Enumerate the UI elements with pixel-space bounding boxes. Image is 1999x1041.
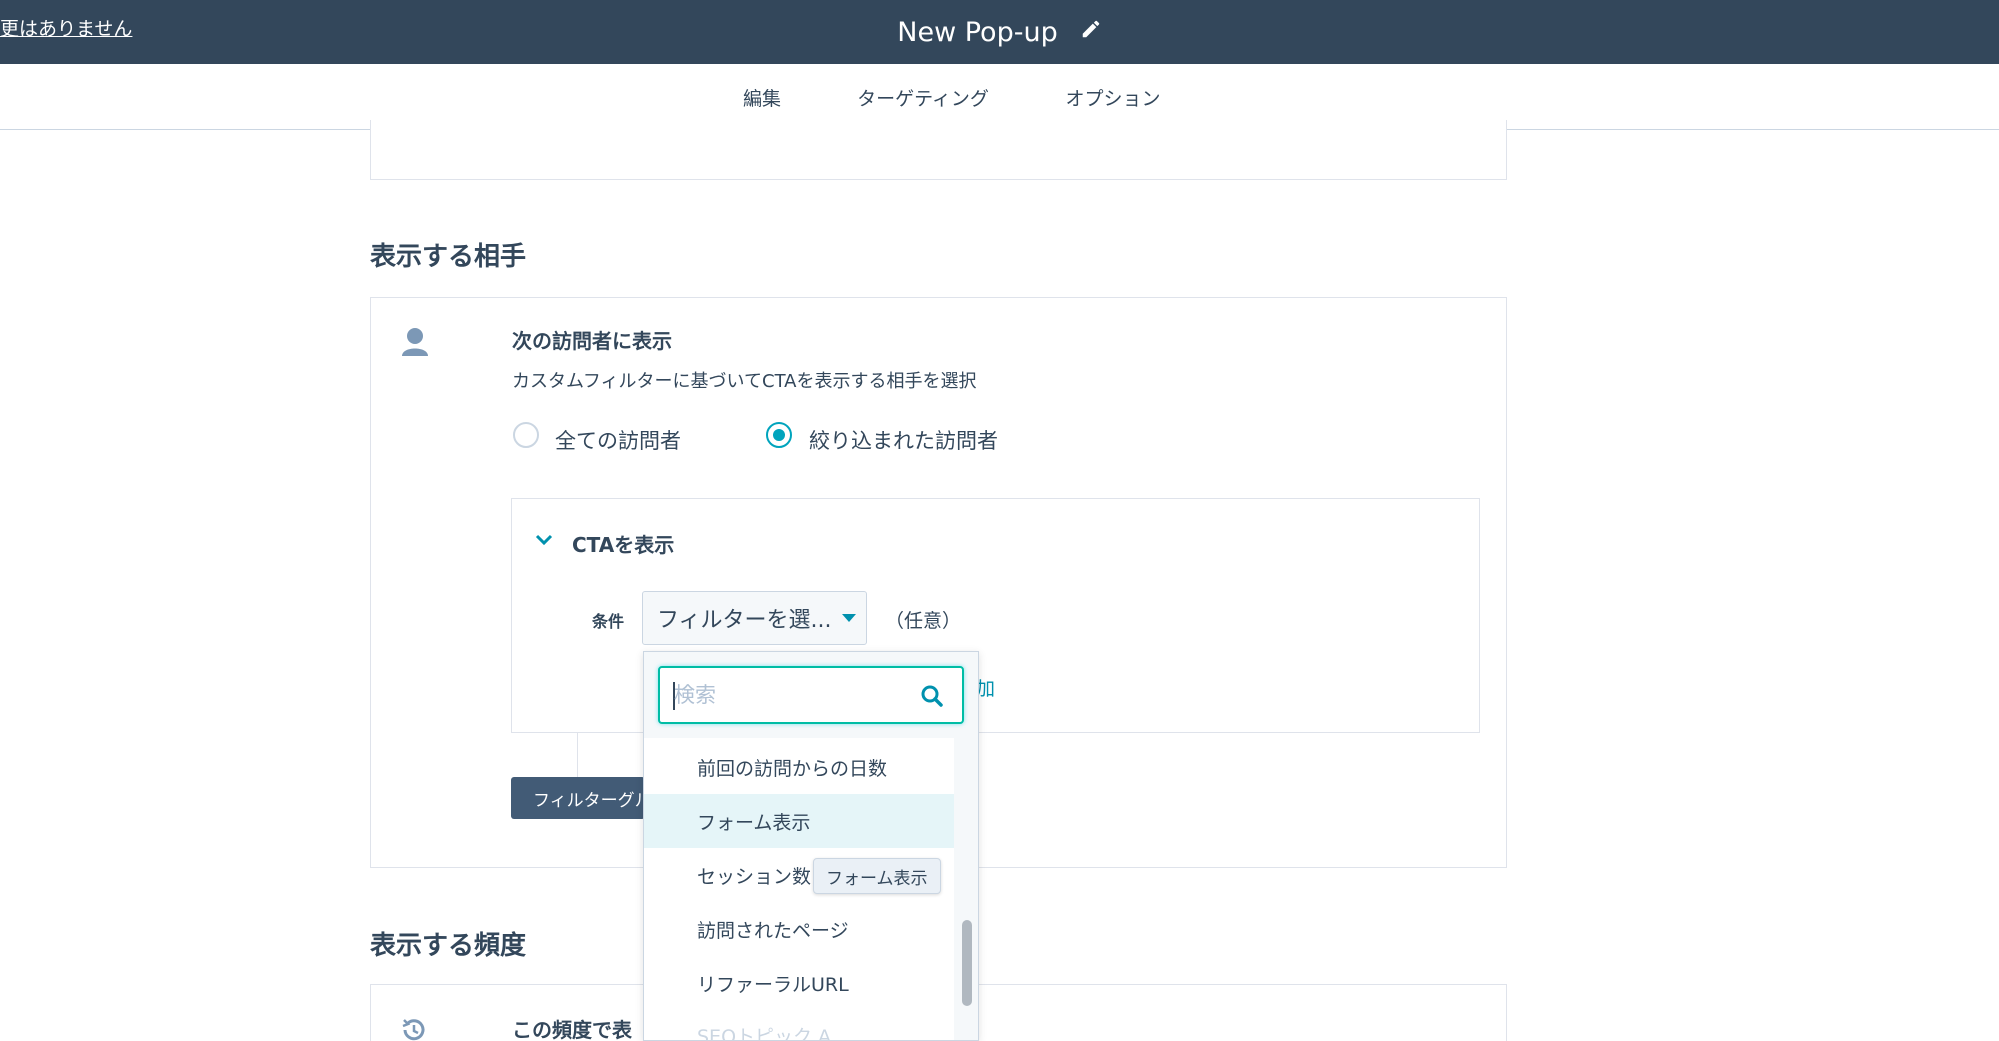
dropdown-option-form-view[interactable]: フォーム表示 — [644, 794, 954, 848]
dropdown-search-input[interactable] — [674, 680, 894, 710]
radio-filtered-visitors-label: 絞り込まれた訪問者 — [809, 429, 998, 453]
frequency-section-title: 表示する頻度 — [370, 931, 527, 961]
radio-filtered-visitors[interactable] — [766, 422, 792, 448]
condition-label: 条件 — [592, 612, 625, 631]
cta-panel-title: CTAを表示 — [572, 533, 675, 557]
dropdown-scroll-thumb[interactable] — [962, 920, 972, 1006]
option-tooltip: フォーム表示 — [813, 858, 941, 894]
history-icon — [402, 1019, 425, 1041]
dropdown-option-seo-topic[interactable]: SEOトピック A — [644, 1008, 954, 1041]
panel-connector — [577, 733, 578, 777]
caret-down-icon — [841, 614, 856, 622]
frequency-heading: この頻度で表 — [512, 1018, 632, 1041]
chevron-down-icon[interactable] — [533, 530, 555, 550]
add-filter-group-button[interactable]: フィルターグル — [511, 777, 645, 819]
title-area: New Pop-up — [0, 0, 1999, 64]
audience-section-title: 表示する相手 — [370, 242, 527, 272]
pencil-icon[interactable] — [1080, 18, 1102, 40]
dropdown-option-referral-url[interactable]: リファーラルURL — [644, 956, 954, 1010]
audience-description: カスタムフィルターに基づいてCTAを表示する相手を選択 — [512, 371, 977, 392]
user-icon — [402, 328, 428, 356]
top-bar: 更はありません New Pop-up — [0, 0, 1999, 64]
audience-heading: 次の訪問者に表示 — [512, 329, 672, 353]
filter-dropdown: 前回の訪問からの日数 フォーム表示 セッション数 訪問されたページ リファーラル… — [643, 651, 979, 1041]
radio-all-visitors-label: 全ての訪問者 — [555, 429, 681, 453]
optional-label: （任意） — [885, 610, 962, 632]
previous-card — [370, 120, 1507, 180]
dropdown-search-area — [644, 652, 978, 738]
filter-select[interactable]: フィルターを選... — [642, 591, 867, 645]
filter-select-label: フィルターを選... — [657, 608, 832, 633]
dropdown-option-days-since-last-visit[interactable]: 前回の訪問からの日数 — [644, 740, 954, 794]
radio-all-visitors[interactable] — [513, 422, 539, 448]
search-icon[interactable] — [920, 684, 944, 708]
dropdown-option-pages-visited[interactable]: 訪問されたページ — [644, 902, 954, 956]
dropdown-search-box[interactable] — [658, 666, 964, 724]
page-title: New Pop-up — [897, 16, 1058, 48]
